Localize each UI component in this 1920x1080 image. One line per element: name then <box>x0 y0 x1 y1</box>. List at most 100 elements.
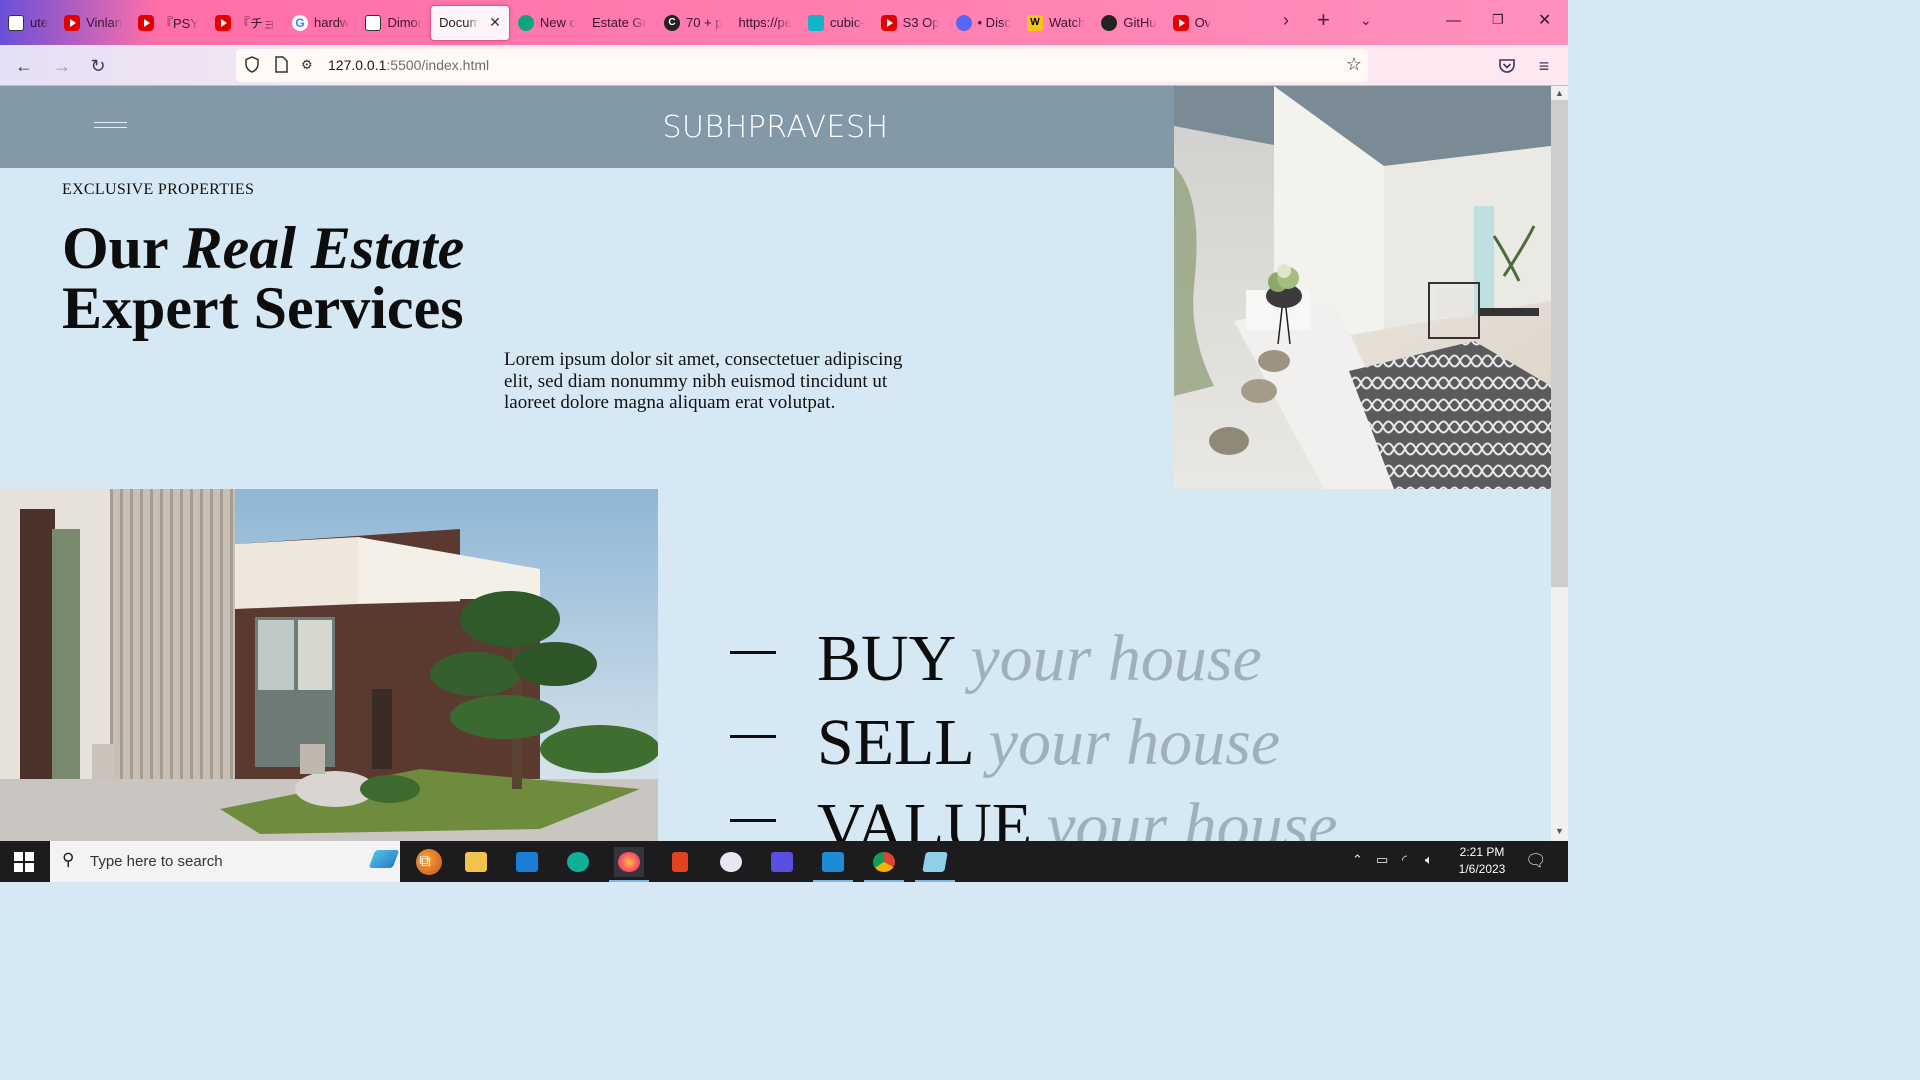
youtube-icon <box>137 14 154 31</box>
volume-icon[interactable]: 🔈︎ <box>1425 852 1433 868</box>
browser-tab[interactable]: S3 Op <box>873 5 948 41</box>
clock-time: 2:21 PM <box>1459 845 1505 859</box>
taskbar-search-box[interactable]: ⚲ Type here to search <box>50 841 442 882</box>
new-tab-button[interactable]: + <box>1317 7 1330 33</box>
tab-label: ute <box>30 15 49 30</box>
github-icon <box>1101 14 1118 31</box>
scroll-down-icon[interactable]: ▼ <box>1551 826 1568 840</box>
bookmark-star-icon[interactable]: ☆ <box>1346 54 1362 75</box>
paint-icon[interactable] <box>716 847 746 877</box>
firefox-icon[interactable] <box>614 847 644 877</box>
tab-label: New c <box>539 15 576 30</box>
title-italic: Real Estate <box>182 215 465 281</box>
close-window-icon[interactable]: ✕ <box>1538 10 1551 30</box>
browser-tab[interactable]: W Watch <box>1019 5 1093 41</box>
url-text[interactable]: 127.0.0.1:5500/index.html <box>328 57 489 73</box>
taskbar: ⚲ Type here to search ⧉ ⌃ ▭ ◜ 🔈︎ 2:21 PM… <box>0 841 1568 882</box>
pocket-icon[interactable] <box>1495 54 1519 78</box>
youtube-icon <box>215 14 231 31</box>
notes-app-icon[interactable] <box>920 847 950 877</box>
edge-icon[interactable] <box>563 847 593 877</box>
dash-icon <box>730 819 776 822</box>
tab-label: Estate Gro <box>591 15 648 30</box>
title-line-2: Expert Services <box>62 275 464 341</box>
system-clock[interactable]: 2:21 PM 1/6/2023 <box>1452 844 1512 878</box>
youtube-icon <box>64 14 81 31</box>
browser-tab[interactable]: 『チョ <box>207 5 284 41</box>
firefox-active-indicator <box>609 880 649 882</box>
tab-label: Ov <box>1194 15 1212 30</box>
page-icon <box>8 14 24 31</box>
document-icon <box>365 14 382 31</box>
show-hidden-icons-icon[interactable]: ⌃ <box>1352 852 1363 868</box>
browser-tab[interactable]: ute <box>0 5 56 41</box>
page-icon[interactable] <box>274 56 288 77</box>
tab-label: • Disc <box>977 15 1011 30</box>
browser-tab[interactable]: C 70 + p <box>656 5 731 41</box>
scrollbar-thumb[interactable] <box>1551 100 1568 587</box>
browser-tab[interactable]: Dimor <box>357 5 430 41</box>
browser-tab[interactable]: Ov <box>1165 5 1220 41</box>
tab-strip: ute Vinlan 『PSY 『チョ Ghardw Dimor Docum ✕ New c Es… <box>0 0 1568 45</box>
google-icon: G <box>292 14 309 31</box>
intro-paragraph: Lorem ipsum dolor sit amet, consectetuer… <box>504 349 903 413</box>
browser-tab[interactable]: Docum ✕ <box>430 4 510 41</box>
tab-label: Docum <box>439 15 480 30</box>
title-plain: Our <box>62 215 183 281</box>
browser-tab[interactable]: GitHu <box>1093 5 1164 41</box>
browser-tab[interactable]: cubic- <box>800 5 873 41</box>
back-icon[interactable]: ← <box>12 54 36 78</box>
reload-icon[interactable]: ↻ <box>86 54 110 78</box>
shield-icon[interactable] <box>244 56 260 77</box>
service-verb: SELL <box>817 706 975 779</box>
menu-icon[interactable]: ≡ <box>1532 54 1556 78</box>
permissions-icon[interactable]: ⚙ <box>301 57 313 73</box>
scroll-up-icon[interactable]: ▲ <box>1551 88 1568 102</box>
search-highlight-icon <box>368 850 400 868</box>
file-explorer-icon[interactable] <box>461 847 491 877</box>
service-label: VALUE your house <box>817 789 1338 841</box>
list-all-tabs-icon[interactable]: ⌄ <box>1360 12 1372 29</box>
tab-label: GitHu <box>1123 15 1157 30</box>
scroll-tabs-right-icon[interactable]: › <box>1283 10 1289 31</box>
notes-active-indicator <box>915 880 955 882</box>
discord-icon <box>955 14 972 31</box>
browser-tab[interactable]: New c <box>510 5 584 41</box>
mail-icon[interactable] <box>512 847 542 877</box>
close-tab-icon[interactable]: ✕ <box>489 14 501 31</box>
browser-tab[interactable]: • Disc <box>948 5 1019 41</box>
browser-tab[interactable]: Estate Gro <box>584 5 656 41</box>
forward-icon[interactable]: → <box>50 54 74 78</box>
web-page: SUBHPRAVESH EXCLUSIVE PROPERTIES Our Rea… <box>0 86 1551 841</box>
c-icon: C <box>663 14 680 31</box>
service-label: BUY your house <box>817 621 1262 697</box>
tab-label: S3 Op <box>902 15 940 30</box>
wifi-icon[interactable]: ◜ <box>1402 852 1407 868</box>
service-tail: your house <box>1046 790 1338 841</box>
service-verb: BUY <box>817 622 957 695</box>
notifications-icon[interactable]: 🗨︎ <box>1525 851 1547 871</box>
youtube-icon <box>1172 14 1189 31</box>
url-bar[interactable]: ⚙ 127.0.0.1:5500/index.html ☆ <box>236 49 1368 82</box>
minimize-icon[interactable]: — <box>1446 12 1461 29</box>
browser-tab[interactable]: 『PSY <box>130 5 207 41</box>
windows-start-icon[interactable] <box>14 852 34 872</box>
service-verb: VALUE <box>817 790 1033 841</box>
restore-icon[interactable]: ❐ <box>1492 12 1504 28</box>
browser-tab[interactable]: Vinlan <box>56 5 130 41</box>
vscode-icon[interactable] <box>818 847 848 877</box>
chrome-icon[interactable] <box>869 847 899 877</box>
tab-label: 70 + p <box>685 15 723 30</box>
visual-studio-icon[interactable] <box>767 847 797 877</box>
browser-tab[interactable]: https://pe <box>730 5 799 41</box>
tab-list: ute Vinlan 『PSY 『チョ Ghardw Dimor Docum ✕ New c Es… <box>0 4 1219 41</box>
tab-label: 『PSY <box>159 16 199 31</box>
browser-tab[interactable]: Ghardw <box>284 5 357 41</box>
task-view-icon[interactable]: ⧉ <box>410 847 440 877</box>
cubic-icon <box>807 14 824 31</box>
dash-icon <box>730 735 776 738</box>
office-icon[interactable] <box>665 847 695 877</box>
navigation-bar: ← → ↻ ⚙ 127.0.0.1:5500/index.html ☆ ≡ <box>0 45 1568 86</box>
site-brand[interactable]: SUBHPRAVESH <box>0 110 1551 145</box>
battery-icon[interactable]: ▭ <box>1376 852 1388 868</box>
